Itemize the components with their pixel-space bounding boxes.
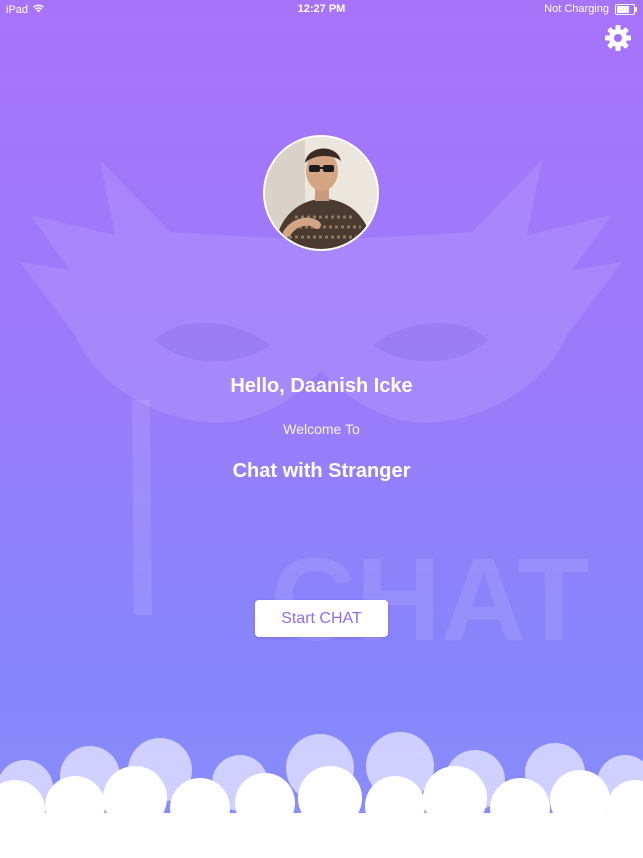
settings-button[interactable]	[602, 22, 634, 54]
user-photo-avatar	[265, 137, 377, 249]
status-bar: iPad 12:27 PM Not Charging	[0, 0, 643, 18]
status-right: Not Charging	[544, 3, 637, 15]
charging-status: Not Charging	[544, 3, 609, 15]
greeting-text: Hello, Daanish Icke	[230, 375, 413, 397]
battery-fill	[617, 5, 629, 13]
start-chat-button[interactable]: Start CHAT	[255, 600, 388, 637]
battery-icon	[615, 3, 637, 15]
gear-icon	[605, 25, 631, 51]
clouds-decoration	[0, 732, 643, 858]
avatar[interactable]	[263, 135, 379, 251]
welcome-text: Welcome To	[283, 421, 360, 437]
app-title: Chat with Stranger	[232, 460, 411, 482]
